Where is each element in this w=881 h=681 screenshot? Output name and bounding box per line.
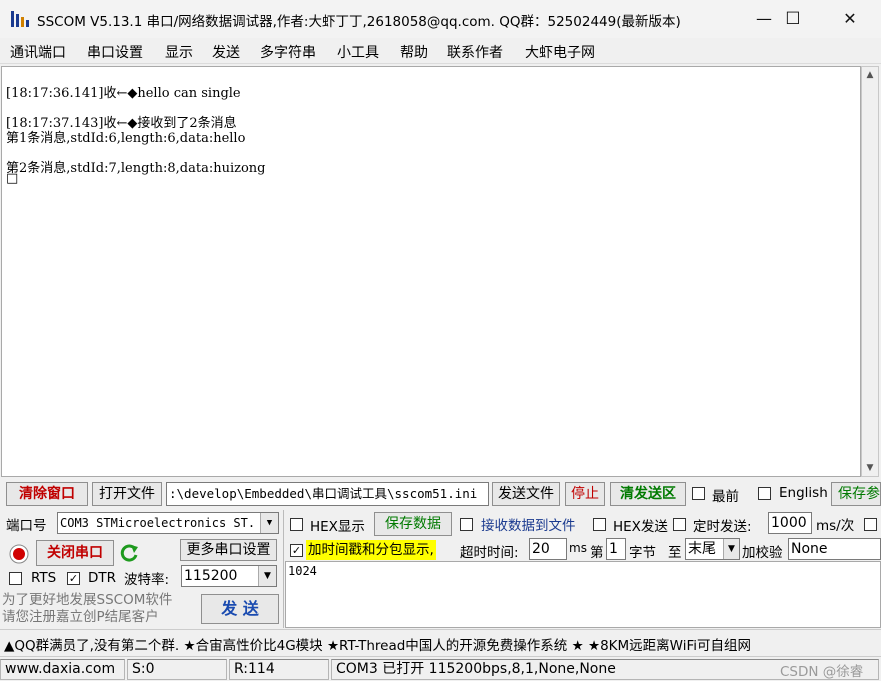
promo-line-1: 为了更好地发展SSCOM软件 xyxy=(2,592,173,608)
timestamp-label: 加时间戳和分包显示, xyxy=(306,540,436,560)
status-bar: www.daxia.com S:0 R:114 COM3 已打开 115200b… xyxy=(0,656,881,681)
byte-start-input[interactable]: 1 xyxy=(606,538,626,560)
timeout-unit-label: ms xyxy=(569,541,587,555)
file-path-field[interactable]: :\develop\Embedded\串口调试工具\sscom51.ini xyxy=(166,482,489,506)
baud-value: 115200 xyxy=(184,568,238,584)
to-label: 至 xyxy=(668,545,682,561)
dtr-checkbox[interactable]: ✓ xyxy=(67,572,80,585)
recv-to-file-checkbox[interactable] xyxy=(460,518,473,531)
send-button[interactable]: 发 送 xyxy=(201,594,279,624)
close-port-button[interactable]: 关闭串口 xyxy=(36,540,114,566)
timeout-label: 超时时间: xyxy=(460,545,519,561)
send-text-value: 1024 xyxy=(288,564,317,578)
interval-unit-label: ms/次 xyxy=(816,518,855,534)
byte-end-select[interactable]: 末尾 ▼ xyxy=(685,538,740,560)
hex-send-checkbox[interactable] xyxy=(593,518,606,531)
port-label: 端口号 xyxy=(6,518,47,534)
menu-send[interactable]: 发送 xyxy=(212,42,240,62)
receive-line: 第2条消息,stdId:7,length:8,data:huizong xyxy=(6,161,266,176)
refresh-icon[interactable] xyxy=(120,543,140,563)
byte-prefix-label: 第 xyxy=(590,545,604,561)
promo-line-2: 请您注册嘉立创P结尾客户 xyxy=(2,609,159,625)
more-serial-settings-button[interactable]: 更多串口设置 xyxy=(180,539,277,561)
hex-display-checkbox[interactable] xyxy=(290,518,303,531)
site-link[interactable]: www.daxia.com xyxy=(0,659,125,680)
window-title: SSCOM V5.13.1 串口/网络数据调试器,作者:大虾丁丁,2618058… xyxy=(37,14,681,30)
checksum-select[interactable]: None xyxy=(788,538,881,560)
rts-label: RTS xyxy=(31,570,57,586)
recv-to-file-label: 接收数据到文件 xyxy=(481,518,576,534)
promo-text[interactable]: 为了更好地发展SSCOM软件 请您注册嘉立创P结尾客户 xyxy=(2,592,172,626)
port-select[interactable]: COM3 STMicroelectronics ST. ▼ xyxy=(57,512,279,534)
sent-count: S:0 xyxy=(127,659,227,680)
byte-suffix-label: 字节 xyxy=(629,545,656,561)
timed-send-label: 定时发送: xyxy=(693,519,752,535)
menu-daxia-site[interactable]: 大虾电子网 xyxy=(525,42,595,62)
hex-send-label: HEX发送 xyxy=(613,519,668,535)
menu-comm-port[interactable]: 通讯端口 xyxy=(10,42,66,62)
sscom-logo-icon xyxy=(11,11,29,27)
english-label: English xyxy=(779,485,828,501)
receive-line: □ xyxy=(6,171,19,186)
chevron-down-icon[interactable]: ▼ xyxy=(723,539,739,559)
ticker-text[interactable]: ▲QQ群满员了,没有第二个群. ★合宙高性价比4G模块 ★RT-Thread中国… xyxy=(4,634,751,654)
menu-display[interactable]: 显示 xyxy=(165,42,193,62)
timeout-input[interactable]: 20 xyxy=(529,538,567,560)
baud-label: 波特率: xyxy=(124,572,170,588)
receive-scrollbar[interactable]: ▲ ▼ xyxy=(861,66,879,477)
interval-input[interactable]: 1000 xyxy=(768,512,812,534)
port-status-icon xyxy=(9,544,29,564)
timed-send-checkbox[interactable] xyxy=(673,518,686,531)
english-checkbox[interactable] xyxy=(758,487,771,500)
save-data-button[interactable]: 保存数据 xyxy=(374,512,452,536)
menu-help[interactable]: 帮助 xyxy=(400,42,428,62)
topmost-label: 最前 xyxy=(712,489,739,505)
watermark: CSDN @徐睿 xyxy=(780,664,864,680)
panel-divider xyxy=(283,510,284,628)
timestamp-checkbox[interactable]: ✓ xyxy=(290,544,303,557)
menu-tools[interactable]: 小工具 xyxy=(337,42,379,62)
receive-line: 第1条消息,stdId:6,length:6,data:hello xyxy=(6,131,246,146)
menu-contact-author[interactable]: 联系作者 xyxy=(447,42,503,62)
menu-serial-settings[interactable]: 串口设置 xyxy=(87,42,143,62)
extra-checkbox[interactable] xyxy=(864,518,877,531)
title-bar: SSCOM V5.13.1 串口/网络数据调试器,作者:大虾丁丁,2618058… xyxy=(0,0,881,38)
clear-send-button[interactable]: 清发送区 xyxy=(610,482,686,506)
open-file-button[interactable]: 打开文件 xyxy=(92,482,162,506)
chevron-down-icon[interactable]: ▼ xyxy=(260,513,278,533)
baud-select[interactable]: 115200 ▼ xyxy=(181,565,277,587)
dtr-label: DTR xyxy=(88,570,117,586)
port-value: COM3 STMicroelectronics ST. xyxy=(60,516,256,530)
chevron-down-icon[interactable]: ▼ xyxy=(258,566,276,586)
hex-display-label: HEX显示 xyxy=(310,519,365,535)
stop-button[interactable]: 停止 xyxy=(565,482,605,506)
scroll-down-icon[interactable]: ▼ xyxy=(862,460,878,476)
clear-window-button[interactable]: 清除窗口 xyxy=(6,482,88,506)
menu-bar: 通讯端口 串口设置 显示 发送 多字符串 小工具 帮助 联系作者 大虾电子网 xyxy=(0,38,881,64)
maximize-button[interactable]: ☐ xyxy=(764,0,822,38)
save-params-button[interactable]: 保存参 xyxy=(831,482,881,506)
byte-end-value: 末尾 xyxy=(688,541,716,557)
close-button[interactable]: ✕ xyxy=(821,0,879,38)
topmost-checkbox[interactable] xyxy=(692,487,705,500)
received-count: R:114 xyxy=(229,659,329,680)
scroll-up-icon[interactable]: ▲ xyxy=(862,67,878,83)
checksum-label: 加校验 xyxy=(742,545,783,561)
receive-area[interactable]: [18:17:36.141]收←◆hello can single [18:17… xyxy=(1,66,861,477)
send-file-button[interactable]: 发送文件 xyxy=(492,482,560,506)
menu-multi-string[interactable]: 多字符串 xyxy=(260,42,316,62)
rts-checkbox[interactable] xyxy=(9,572,22,585)
receive-line: [18:17:36.141]收←◆hello can single xyxy=(6,86,241,101)
ticker-bar: ▲QQ群满员了,没有第二个群. ★合宙高性价比4G模块 ★RT-Thread中国… xyxy=(0,629,881,655)
send-text-area[interactable]: 1024 xyxy=(285,561,881,628)
